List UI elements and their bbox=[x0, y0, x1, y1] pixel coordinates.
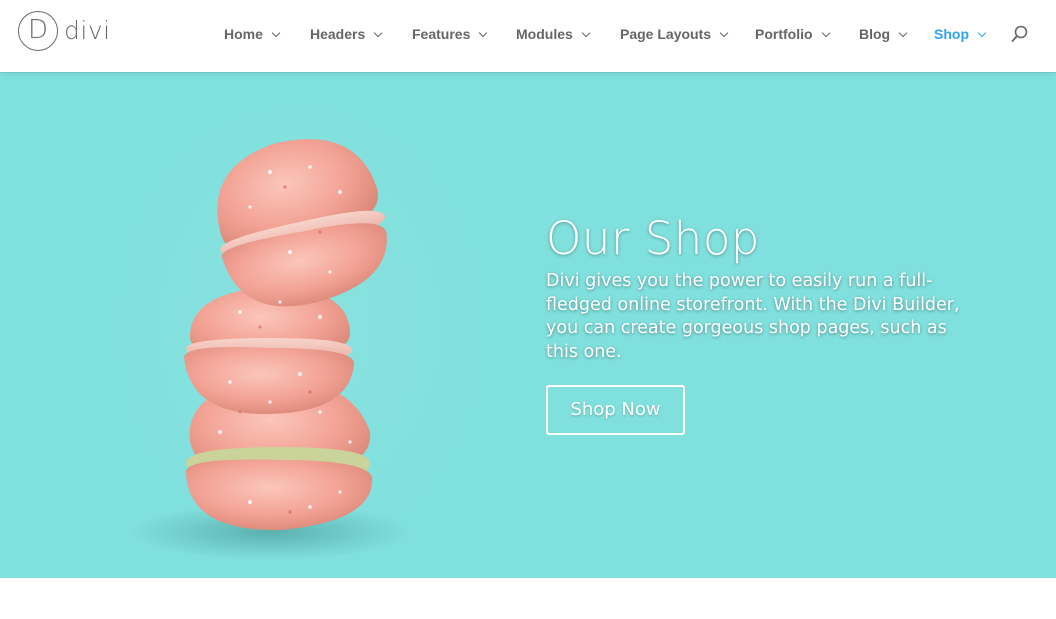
nav-item-home[interactable]: Home bbox=[224, 24, 281, 44]
hero-description: Divi gives you the power to easily run a… bbox=[546, 271, 960, 362]
nav-item-blog[interactable]: Blog bbox=[859, 24, 908, 44]
content-area bbox=[0, 578, 1056, 619]
site-header: D divi Home Headers Features Modules Pag… bbox=[0, 0, 1056, 72]
chevron-down-icon bbox=[821, 28, 830, 37]
nav-item-label: Home bbox=[224, 26, 263, 42]
nav-item-portfolio[interactable]: Portfolio bbox=[755, 24, 830, 44]
chevron-down-icon bbox=[977, 28, 987, 37]
chevron-down-icon bbox=[374, 28, 383, 37]
chevron-down-icon bbox=[581, 28, 591, 37]
nav-item-label: Modules bbox=[516, 26, 573, 42]
nav-item-label: Headers bbox=[310, 26, 366, 42]
chevron-down-icon bbox=[479, 28, 488, 37]
nav-item-label: Shop bbox=[934, 26, 969, 42]
search-icon[interactable] bbox=[1010, 24, 1030, 44]
hero-section: Our Shop Divi gives you the power to eas… bbox=[0, 72, 1056, 578]
nav-item-label: Blog bbox=[859, 26, 891, 42]
shop-now-button[interactable]: Shop Now bbox=[546, 385, 685, 435]
nav-item-headers[interactable]: Headers bbox=[310, 24, 383, 44]
nav-item-modules[interactable]: Modules bbox=[516, 24, 591, 44]
chevron-down-icon bbox=[271, 28, 281, 37]
chevron-down-icon bbox=[719, 28, 729, 37]
nav-item-features[interactable]: Features bbox=[412, 24, 488, 44]
chevron-down-icon bbox=[898, 28, 908, 37]
macaron-stack-image bbox=[130, 139, 410, 560]
hero-title: Our Shop bbox=[546, 212, 760, 265]
nav-item-page-layouts[interactable]: Page Layouts bbox=[620, 24, 729, 44]
nav-item-label: Page Layouts bbox=[620, 26, 712, 42]
nav-item-shop[interactable]: Shop bbox=[934, 24, 987, 44]
nav-item-label: Features bbox=[412, 26, 471, 42]
main-nav: Home Headers Features Modules Page Layou… bbox=[0, 0, 1056, 72]
nav-item-label: Portfolio bbox=[755, 26, 813, 42]
